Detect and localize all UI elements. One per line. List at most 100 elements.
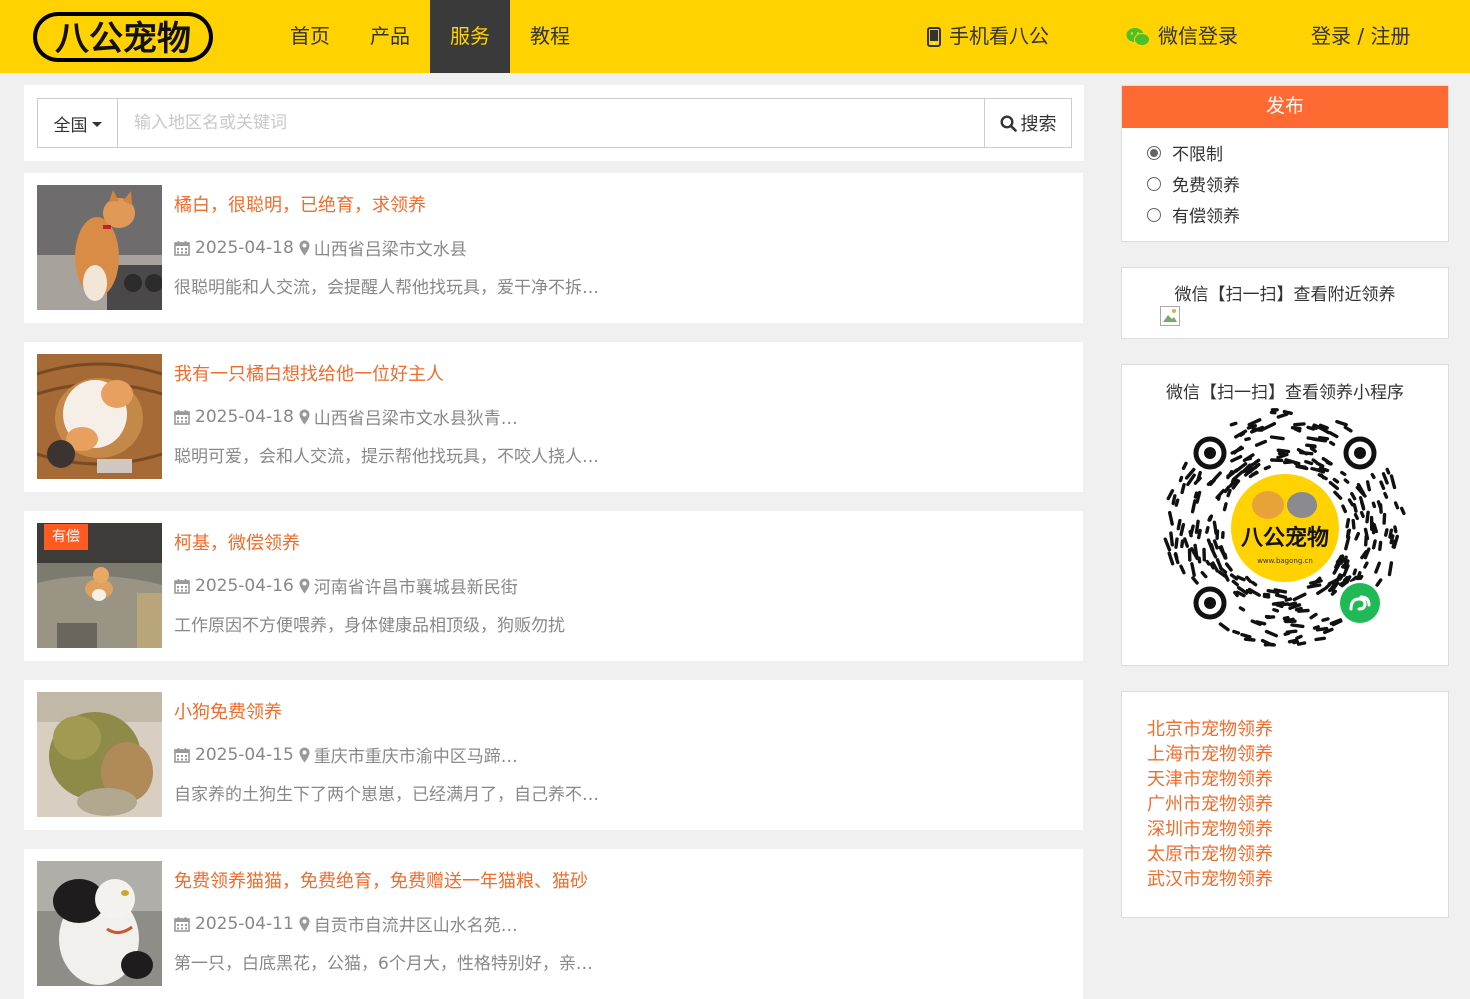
- mobile-view-link[interactable]: 手机看八公: [927, 0, 1049, 73]
- qr-dash: [1313, 460, 1316, 462]
- listing-photo[interactable]: 有偿: [37, 523, 162, 648]
- listing-photo[interactable]: [37, 354, 162, 479]
- qr-dash: [1384, 515, 1385, 524]
- radio-button[interactable]: [1147, 146, 1161, 160]
- listing-title[interactable]: 我有一只橘白想找给他一位好主人: [174, 360, 444, 386]
- listing-date: 2025-04-11: [195, 914, 294, 934]
- city-link[interactable]: 太原市宠物领养: [1122, 842, 1448, 867]
- qr-dash: [1297, 609, 1302, 610]
- calendar-icon: [174, 747, 190, 763]
- listing-photo[interactable]: [37, 692, 162, 817]
- listing-description: 自家养的土狗生下了两个崽崽，已经满月了，自己养不…: [174, 780, 599, 805]
- qr-dash: [1277, 605, 1282, 607]
- qr-dash: [1277, 595, 1286, 597]
- qr-dash: [1199, 558, 1200, 562]
- search-bar: 全国 搜索: [37, 98, 1072, 148]
- qr-dash: [1381, 505, 1382, 512]
- site-logo[interactable]: 八公宠物: [30, 6, 216, 66]
- listing-title[interactable]: 小狗免费领养: [174, 698, 282, 724]
- qr-dash: [1176, 554, 1177, 558]
- city-link[interactable]: 天津市宠物领养: [1122, 767, 1448, 792]
- listing-photo[interactable]: [37, 185, 162, 310]
- wechat-login-link[interactable]: 微信登录: [1126, 0, 1238, 73]
- search-button[interactable]: 搜索: [984, 99, 1071, 147]
- listing-description: 很聪明能和人交流，会提醒人帮他找玩具，爱干净不拆…: [174, 273, 599, 298]
- qr-dash: [1195, 493, 1196, 497]
- filter-option-label: 免费领养: [1172, 171, 1240, 196]
- qr-dash: [1278, 450, 1288, 451]
- listing-meta: 2025-04-16 河南省许昌市襄城县新民街: [174, 573, 518, 598]
- login-register-link[interactable]: 登录 / 注册: [1311, 0, 1410, 73]
- qr-dash: [1219, 496, 1220, 499]
- listing-card[interactable]: 橘白，很聪明，已绝育，求领养 2025-04-18 山西省吕梁市文水县 很聪明能…: [24, 173, 1083, 323]
- qr-dash: [1340, 576, 1342, 579]
- qr-dash: [1345, 557, 1346, 562]
- qr-dash: [1178, 521, 1180, 529]
- listing-card[interactable]: 我有一只橘白想找给他一位好主人 2025-04-18 山西省吕梁市文水县狄青… …: [24, 342, 1083, 492]
- city-link[interactable]: 武汉市宠物领养: [1122, 867, 1448, 892]
- qr-dash: [1181, 478, 1182, 481]
- listing-card[interactable]: 免费领养猫猫，免费绝育，免费赠送一年猫粮、猫砂 2025-04-11 自贡市自流…: [24, 849, 1083, 999]
- filter-option-free[interactable]: 免费领养: [1122, 168, 1448, 199]
- region-dropdown[interactable]: 全国: [38, 99, 118, 147]
- filter-option-paid[interactable]: 有偿领养: [1122, 199, 1448, 230]
- city-link[interactable]: 北京市宠物领养: [1122, 717, 1448, 742]
- nav-item-products[interactable]: 产品: [350, 0, 430, 73]
- qr-dash: [1348, 530, 1350, 537]
- listing-card[interactable]: 小狗免费领养 2025-04-15 重庆市重庆市渝中区马蹄… 自家养的土狗生下了…: [24, 680, 1083, 830]
- publish-button[interactable]: 发布: [1122, 86, 1448, 128]
- qr-dash: [1313, 427, 1316, 428]
- filter-option-label: 不限制: [1172, 140, 1223, 165]
- wechat-icon: [1126, 27, 1150, 47]
- qr-dash: [1347, 520, 1348, 527]
- qr-dash: [1311, 581, 1321, 583]
- search-input[interactable]: [118, 99, 984, 147]
- qr-dash: [1199, 531, 1200, 538]
- listing-photo[interactable]: [37, 861, 162, 986]
- qr-dash: [1210, 516, 1211, 520]
- qr-dash: [1185, 539, 1188, 546]
- qr-dash: [1197, 521, 1199, 532]
- qr-dash: [1274, 610, 1278, 611]
- map-marker-icon: [299, 578, 310, 594]
- qr-dash: [1182, 485, 1184, 493]
- qr-dash: [1248, 426, 1255, 428]
- listing-title[interactable]: 柯基，微偿领养: [174, 529, 300, 555]
- qr-dash: [1306, 462, 1312, 464]
- listing-title[interactable]: 免费领养猫猫，免费绝育，免费赠送一年猫粮、猫砂: [174, 867, 588, 893]
- filter-option-label: 有偿领养: [1172, 202, 1240, 227]
- listing-title[interactable]: 橘白，很聪明，已绝育，求领养: [174, 191, 426, 217]
- qr-dash: [1308, 438, 1319, 440]
- qr-dash: [1171, 533, 1172, 545]
- main-nav: 首页 产品 服务 教程: [270, 0, 590, 73]
- qr-dash: [1265, 467, 1269, 469]
- radio-button[interactable]: [1147, 177, 1161, 191]
- qr-dash: [1299, 611, 1308, 612]
- calendar-icon: [174, 916, 190, 932]
- radio-button[interactable]: [1147, 208, 1161, 222]
- city-link[interactable]: 深圳市宠物领养: [1122, 817, 1448, 842]
- search-button-label: 搜索: [1021, 110, 1057, 136]
- listing-card[interactable]: 有偿 柯基，微偿领养 2025-04-16 河南省许昌市襄城县新民街 工作原因不…: [24, 511, 1083, 661]
- city-link[interactable]: 广州市宠物领养: [1122, 792, 1448, 817]
- qr-dash: [1284, 618, 1288, 619]
- nav-item-home[interactable]: 首页: [270, 0, 350, 73]
- filter-option-unlimited[interactable]: 不限制: [1122, 137, 1448, 168]
- qr-dash: [1207, 562, 1209, 565]
- qr-dash: [1247, 591, 1251, 593]
- mobile-view-label: 手机看八公: [949, 0, 1049, 73]
- listing-description: 聪明可爱，会和人交流，提示帮他找玩具，不咬人挠人…: [174, 442, 599, 467]
- qr-dash: [1246, 639, 1254, 640]
- nav-item-tutorials[interactable]: 教程: [510, 0, 590, 73]
- caret-down-icon: [92, 122, 102, 127]
- listing-date: 2025-04-15: [195, 745, 294, 765]
- qr-dash: [1294, 642, 1298, 643]
- nav-item-services[interactable]: 服务: [430, 0, 510, 73]
- city-link[interactable]: 上海市宠物领养: [1122, 742, 1448, 767]
- qr-dash: [1192, 564, 1194, 575]
- miniprogram-qr-code: 八公宠物 www.bagong.cn: [1162, 405, 1408, 651]
- qr-dash: [1353, 521, 1354, 528]
- listing-location: 自贡市自流井区山水名苑…: [314, 911, 518, 936]
- listing-location: 山西省吕梁市文水县: [314, 235, 467, 260]
- miniprogram-qr-title: 微信【扫一扫】查看领养小程序: [1122, 365, 1448, 403]
